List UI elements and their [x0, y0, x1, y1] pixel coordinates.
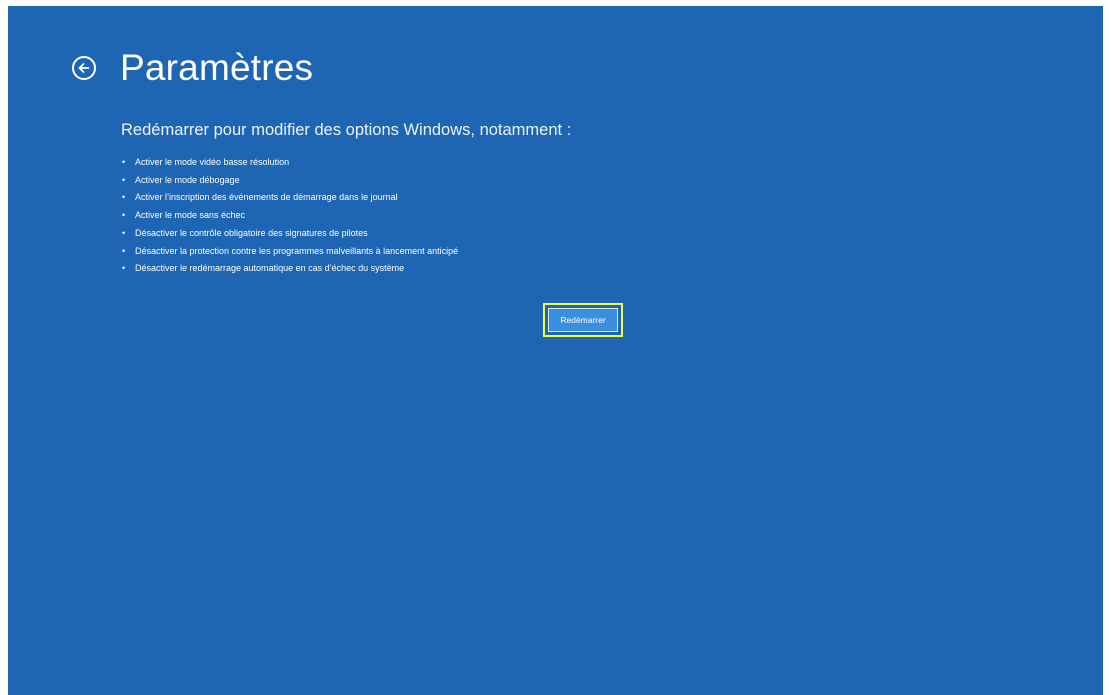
list-item: Activer le mode débogage — [121, 172, 1021, 190]
list-item: Activer l’inscription des événements de … — [121, 189, 1021, 207]
back-arrow-icon — [78, 63, 90, 73]
back-button[interactable] — [72, 56, 96, 80]
settings-screen: Paramètres Redémarrer pour modifier des … — [8, 6, 1103, 695]
list-item: Activer le mode vidéo basse résolution — [121, 154, 1021, 172]
page-title: Paramètres — [120, 47, 314, 88]
option-list: Activer le mode vidéo basse résolution A… — [121, 154, 1021, 278]
subtitle: Redémarrer pour modifier des options Win… — [121, 121, 572, 139]
list-item: Désactiver le contrôle obligatoire des s… — [121, 225, 1021, 243]
restart-highlight: Redémarrer — [543, 303, 623, 337]
list-item: Désactiver la protection contre les prog… — [121, 243, 1021, 261]
list-item: Désactiver le redémarrage automatique en… — [121, 260, 1021, 278]
main-content: Redémarrer pour modifier des options Win… — [121, 119, 1021, 278]
list-item: Activer le mode sans échec — [121, 207, 1021, 225]
restart-button[interactable]: Redémarrer — [548, 308, 618, 332]
header: Paramètres — [72, 46, 313, 90]
